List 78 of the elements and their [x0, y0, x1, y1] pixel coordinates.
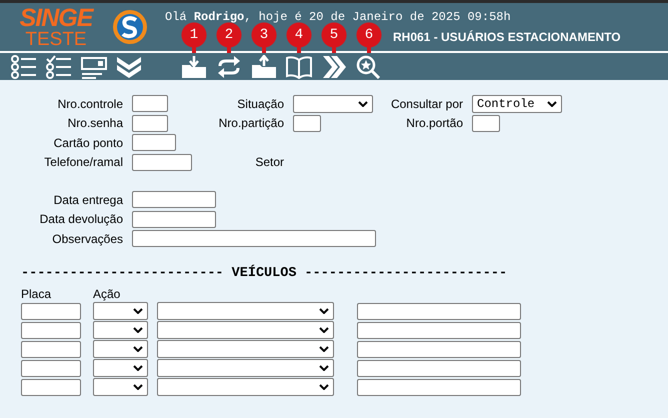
input-field[interactable]	[132, 191, 216, 208]
dropdown[interactable]	[157, 302, 334, 320]
input-field[interactable]	[132, 230, 376, 248]
chevron-down-icon	[133, 384, 143, 390]
field-label: Observações	[51, 232, 123, 246]
field-label: Nro.senha	[66, 116, 123, 130]
chevron-down-icon	[133, 365, 143, 371]
number-badge: 1	[181, 22, 207, 52]
chevron-down-icon	[358, 100, 368, 107]
number-badge: 2	[216, 22, 242, 52]
chevron-down-icon	[319, 327, 329, 333]
field-label: Data entrega	[52, 192, 123, 207]
number-badge: 3	[251, 22, 277, 52]
dropdown[interactable]	[93, 378, 148, 396]
input-field[interactable]	[21, 378, 81, 396]
chevron-down-icon	[133, 327, 143, 333]
chevron-down-icon	[319, 308, 329, 314]
input-field[interactable]	[132, 134, 176, 152]
screen-title: RH061 - USUÁRIOS ESTACIONAMENTO	[393, 30, 621, 44]
input-field[interactable]	[472, 114, 500, 132]
number-badge: 5	[321, 22, 347, 52]
input-field[interactable]	[357, 302, 521, 320]
logo-subtitle: TESTE	[25, 30, 87, 48]
input-field[interactable]	[21, 322, 81, 338]
input-field[interactable]	[357, 322, 521, 338]
logo-text: SINGE	[20, 6, 92, 30]
dropdown[interactable]	[157, 340, 334, 358]
dropdown[interactable]	[157, 321, 334, 339]
book-icon[interactable]	[285, 54, 313, 78]
chevron-down-icon	[319, 365, 329, 371]
dropdown[interactable]	[293, 94, 373, 113]
search-icon[interactable]	[355, 54, 383, 78]
input-field[interactable]	[132, 210, 216, 228]
section-heading: ------------------------- VEÍCULOS -------------------------	[21, 266, 508, 282]
chevron-down-icon	[319, 346, 329, 352]
list-icon[interactable]	[10, 54, 38, 78]
logo-icon	[112, 9, 148, 45]
card-search-icon[interactable]	[80, 54, 108, 78]
input-field[interactable]	[21, 360, 81, 376]
input-field[interactable]	[357, 360, 521, 376]
field-label: Setor	[254, 155, 284, 170]
input-field[interactable]	[132, 154, 192, 171]
checklist-icon[interactable]	[45, 54, 73, 78]
field-label: Cartão ponto	[52, 136, 123, 150]
double-chevron-right-icon[interactable]	[320, 54, 348, 78]
double-chevron-down-icon[interactable]	[115, 54, 143, 78]
input-field[interactable]	[357, 378, 521, 396]
input-field[interactable]	[132, 114, 168, 132]
field-label: Data devolução	[38, 212, 123, 226]
chevron-down-icon	[547, 100, 557, 107]
number-badge: 4	[286, 22, 312, 52]
dropdown[interactable]	[93, 321, 148, 339]
dropdown[interactable]	[93, 302, 148, 320]
field-label: Consultar por	[390, 96, 463, 111]
dropdown[interactable]	[157, 378, 334, 396]
field-label: Nro.controle	[56, 96, 123, 111]
folder-download-icon[interactable]	[180, 54, 208, 78]
field-label: Situação	[236, 96, 284, 111]
input-field[interactable]	[21, 340, 81, 358]
field-label: Nro.portão	[405, 116, 463, 130]
input-field[interactable]	[357, 340, 521, 358]
dropdown[interactable]	[93, 340, 148, 358]
column-header: Ação	[93, 286, 120, 300]
chevron-down-icon	[133, 308, 143, 314]
input-field[interactable]	[132, 95, 168, 112]
dropdown[interactable]	[93, 359, 148, 377]
column-header: Placa	[21, 286, 52, 300]
dropdown[interactable]: Controle	[472, 94, 562, 113]
folder-upload-icon[interactable]	[250, 54, 278, 78]
greeting-text: Olá Rodrigo, hoje é 20 de Janeiro de 2025 09:58h	[165, 10, 512, 24]
field-label: Telefone/ramal	[43, 155, 123, 170]
chevron-down-icon	[133, 346, 143, 352]
input-field[interactable]	[21, 302, 81, 320]
chevron-down-icon	[319, 384, 329, 390]
dropdown[interactable]	[157, 359, 334, 377]
number-badge: 6	[356, 22, 382, 52]
input-field[interactable]	[293, 114, 321, 132]
field-label: Nro.partição	[218, 116, 284, 130]
